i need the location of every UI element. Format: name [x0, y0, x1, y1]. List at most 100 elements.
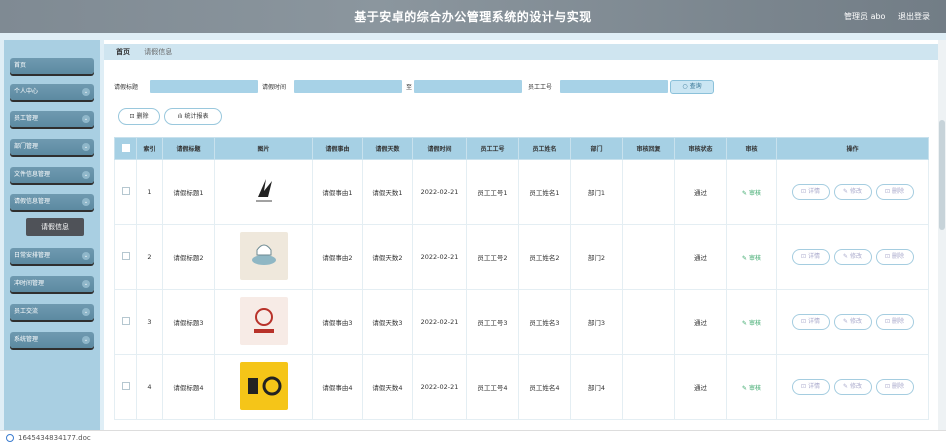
row-index: 1: [136, 159, 163, 225]
row-audit[interactable]: ✎ 审核: [726, 159, 777, 225]
scrollbar-thumb[interactable]: [939, 120, 945, 230]
time-label: 请假时间: [262, 84, 287, 91]
audit-link[interactable]: ✎ 审核: [742, 190, 761, 197]
row-checkbox[interactable]: [114, 224, 137, 290]
sidebar-item-schedule[interactable]: 日常安排管理 ⌄: [10, 248, 94, 264]
logout-link[interactable]: 退出登录: [898, 12, 930, 21]
row-delete-button[interactable]: ⊡ 删除: [875, 184, 914, 200]
detail-button[interactable]: ⊡ 详情: [791, 379, 830, 395]
time-end-input[interactable]: [414, 80, 522, 93]
title-input[interactable]: [150, 80, 258, 93]
breadcrumb-home[interactable]: 首页: [116, 48, 130, 56]
row-audit[interactable]: ✎ 审核: [726, 354, 777, 420]
col-emp-no: 员工工号: [466, 137, 519, 160]
delete-button[interactable]: ⊡ 删除: [118, 108, 160, 125]
col-time: 请假时间: [412, 137, 467, 160]
row-checkbox[interactable]: [114, 159, 137, 225]
search-row: 请假标题 请假时间 至 员工工号: [114, 80, 934, 94]
col-emp-name: 员工姓名: [518, 137, 571, 160]
row-status: 通过: [674, 289, 727, 355]
detail-label: 详情: [807, 253, 820, 260]
detail-button[interactable]: ⊡ 详情: [791, 249, 830, 265]
sidebar-item-leave[interactable]: 请假信息管理 ⌄: [10, 194, 94, 210]
chevron-down-icon: ⌄: [82, 115, 90, 123]
top-bar: 基于安卓的综合办公管理系统的设计与实现 管理员 abo 退出登录: [0, 0, 946, 33]
audit-label: 审核: [748, 189, 761, 197]
sidebar: 首页 个人中心 ⌄ 员工管理 ⌄ 部门管理 ⌄ 文件信息管理 ⌄ 请假信息管理 ⌄ 请假信…: [4, 40, 100, 430]
row-audit[interactable]: ✎ 审核: [726, 224, 777, 290]
delete-label: 删除: [136, 113, 149, 120]
row-days: 请假天数4: [362, 354, 413, 420]
col-title: 请假标题: [162, 137, 215, 160]
document-icon: [6, 434, 14, 442]
search-button[interactable]: ○ 查询: [670, 80, 714, 94]
sidebar-item-files[interactable]: 文件信息管理 ⌄: [10, 167, 94, 183]
red-restaurant-logo-image: [239, 297, 288, 345]
stats-label: 统计报表: [184, 113, 209, 120]
pencil-icon: ✎: [742, 319, 749, 327]
col-audit: 审核: [726, 137, 777, 160]
row-image: [214, 159, 313, 225]
sidebar-item-departments[interactable]: 部门管理 ⌄: [10, 139, 94, 155]
edit-button[interactable]: ✎ 修改: [833, 314, 872, 330]
row-reply: [622, 224, 675, 290]
scrollbar[interactable]: [938, 40, 946, 430]
stats-button[interactable]: ılı 统计报表: [164, 108, 222, 125]
sidebar-item-chat[interactable]: 员工交流 ⌄: [10, 304, 94, 320]
chevron-down-icon: ⌄: [82, 143, 90, 151]
chevron-down-icon: ⌄: [82, 336, 90, 344]
time-start-input[interactable]: [294, 80, 402, 93]
audit-link[interactable]: ✎ 审核: [742, 385, 761, 392]
edit-button[interactable]: ✎ 修改: [833, 184, 872, 200]
row-reason: 请假事由3: [312, 289, 363, 355]
edit-button[interactable]: ✎ 修改: [833, 379, 872, 395]
sidebar-item-system[interactable]: 系统管理 ⌄: [10, 332, 94, 348]
row-emp-name: 员工姓名4: [518, 354, 571, 420]
edit-button[interactable]: ✎ 修改: [833, 249, 872, 265]
sidebar-item-employees[interactable]: 员工管理 ⌄: [10, 111, 94, 127]
edit-label: 修改: [849, 318, 862, 325]
download-file[interactable]: 1645434834177.doc: [18, 434, 91, 442]
audit-link[interactable]: ✎ 审核: [742, 320, 761, 327]
detail-button[interactable]: ⊡ 详情: [791, 184, 830, 200]
row-checkbox[interactable]: [114, 354, 137, 420]
row-delete-button[interactable]: ⊡ 删除: [875, 379, 914, 395]
row-reply: [622, 354, 675, 420]
title-label: 请假标题: [114, 84, 139, 91]
row-delete-button[interactable]: ⊡ 删除: [875, 249, 914, 265]
row-title: 请假标题1: [162, 159, 215, 225]
sidebar-item-time[interactable]: 冲时间管理 ⌄: [10, 276, 94, 292]
main-panel: 首页 请假信息 请假标题 请假时间 至 员工工号 ○ 查询 ⊡ 删除 ılı 统…: [104, 40, 938, 430]
pencil-icon: ✎: [742, 384, 749, 392]
row-image: [214, 224, 313, 290]
chevron-down-icon: ⌄: [82, 252, 90, 260]
detail-label: 详情: [807, 188, 820, 195]
col-days: 请假天数: [362, 137, 413, 160]
audit-link[interactable]: ✎ 审核: [742, 255, 761, 262]
sidebar-item-profile[interactable]: 个人中心 ⌄: [10, 84, 94, 100]
row-title: 请假标题3: [162, 289, 215, 355]
row-delete-label: 删除: [891, 318, 904, 325]
detail-button[interactable]: ⊡ 详情: [791, 314, 830, 330]
row-emp-no: 员工工号1: [466, 159, 519, 225]
emp-label: 员工工号: [528, 84, 553, 91]
select-all-checkbox[interactable]: [114, 137, 137, 160]
col-status: 审核状态: [674, 137, 727, 160]
sidebar-item-home[interactable]: 首页: [10, 58, 94, 74]
sidebar-item-label: 文件信息管理: [14, 171, 51, 178]
sidebar-subitem-leave-info[interactable]: 请假信息: [26, 218, 84, 236]
row-delete-button[interactable]: ⊡ 删除: [875, 314, 914, 330]
row-dept: 部门3: [570, 289, 623, 355]
row-index: 2: [136, 224, 163, 290]
row-emp-no: 员工工号3: [466, 289, 519, 355]
col-image: 图片: [214, 137, 313, 160]
row-ops: ⊡ 详情 ✎ 修改 ⊡ 删除: [776, 289, 929, 355]
row-reason: 请假事由1: [312, 159, 363, 225]
row-checkbox[interactable]: [114, 289, 137, 355]
row-audit[interactable]: ✎ 审核: [726, 289, 777, 355]
sidebar-item-label: 系统管理: [14, 336, 39, 343]
row-delete-label: 删除: [891, 188, 904, 195]
emp-input[interactable]: [560, 80, 668, 93]
edit-label: 修改: [849, 383, 862, 390]
table-row: 4 请假标题4 请假事由4 请假天数4 2022-02-21 员工工号4 员工姓…: [114, 354, 929, 420]
